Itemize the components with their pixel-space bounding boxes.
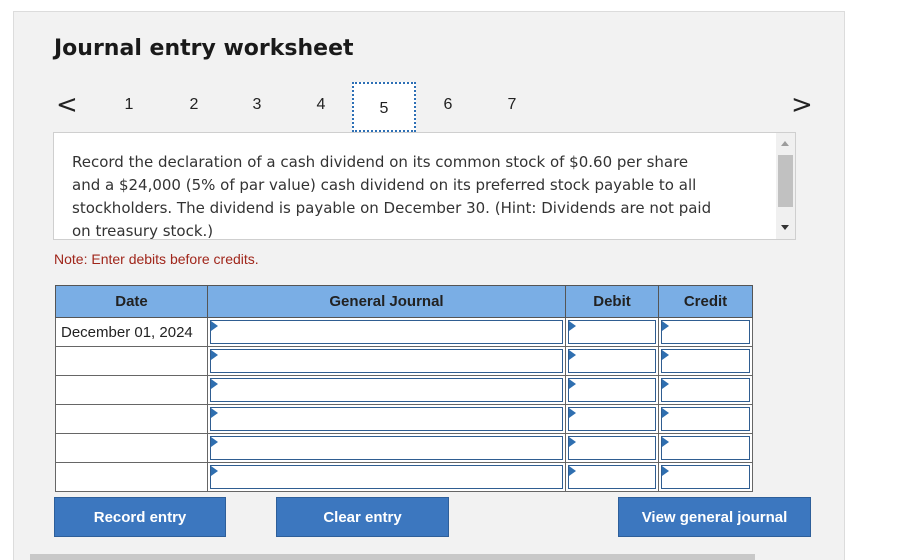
worksheet-panel: Journal entry worksheet < 1 2 3 4 5 6 7 …: [13, 11, 845, 560]
journal-header-row: Date General Journal Debit Credit: [55, 285, 753, 318]
account-cell: [207, 462, 566, 492]
credit-input[interactable]: [661, 436, 750, 460]
account-cell: [207, 346, 566, 376]
credit-input[interactable]: [661, 378, 750, 402]
debit-input[interactable]: [568, 349, 656, 373]
table-row: December 01, 2024: [55, 317, 753, 347]
account-cell: [207, 404, 566, 434]
clear-entry-button[interactable]: Clear entry: [276, 497, 449, 537]
debit-cell: [565, 375, 659, 405]
debit-input[interactable]: [568, 436, 656, 460]
table-row: [55, 462, 753, 492]
step-7[interactable]: 7: [498, 83, 526, 127]
question-box: Record the declaration of a cash dividen…: [53, 132, 796, 240]
debit-input[interactable]: [568, 378, 656, 402]
table-row: [55, 433, 753, 463]
table-row: [55, 375, 753, 405]
account-input[interactable]: [210, 407, 563, 431]
header-general-journal: General Journal: [207, 285, 566, 318]
scroll-down-arrow-icon[interactable]: [781, 225, 789, 230]
table-row: [55, 346, 753, 376]
scroll-thumb[interactable]: [778, 155, 793, 207]
step-1[interactable]: 1: [115, 83, 143, 127]
date-cell: [55, 462, 208, 492]
credit-cell: [658, 404, 753, 434]
header-date: Date: [55, 285, 208, 318]
debit-cell: [565, 433, 659, 463]
debit-cell: [565, 404, 659, 434]
step-2[interactable]: 2: [180, 83, 208, 127]
view-general-journal-button[interactable]: View general journal: [618, 497, 811, 537]
debit-cell: [565, 346, 659, 376]
header-credit: Credit: [658, 285, 753, 318]
credit-cell: [658, 317, 753, 347]
chevron-right-icon[interactable]: >: [791, 90, 813, 120]
table-row: [55, 404, 753, 434]
credit-input[interactable]: [661, 407, 750, 431]
date-cell: [55, 375, 208, 405]
chevron-left-icon[interactable]: <: [56, 90, 78, 120]
worksheet-title: Journal entry worksheet: [54, 36, 354, 61]
date-cell: [55, 346, 208, 376]
debit-input[interactable]: [568, 465, 656, 489]
record-entry-button[interactable]: Record entry: [54, 497, 226, 537]
journal-table: Date General Journal Debit Credit Decemb…: [55, 285, 753, 492]
account-input[interactable]: [210, 436, 563, 460]
credit-cell: [658, 433, 753, 463]
step-6[interactable]: 6: [434, 83, 462, 127]
note-text: Note: Enter debits before credits.: [54, 251, 259, 267]
account-input[interactable]: [210, 465, 563, 489]
step-3[interactable]: 3: [243, 83, 271, 127]
credit-input[interactable]: [661, 349, 750, 373]
step-5-active[interactable]: 5: [352, 82, 416, 132]
account-cell: [207, 317, 566, 347]
date-cell: [55, 404, 208, 434]
step-4[interactable]: 4: [307, 83, 335, 127]
credit-input[interactable]: [661, 465, 750, 489]
debit-input[interactable]: [568, 320, 656, 344]
account-cell: [207, 433, 566, 463]
credit-cell: [658, 346, 753, 376]
credit-cell: [658, 462, 753, 492]
account-cell: [207, 375, 566, 405]
debit-input[interactable]: [568, 407, 656, 431]
horizontal-scrollbar[interactable]: [30, 554, 755, 560]
account-input[interactable]: [210, 349, 563, 373]
date-cell: December 01, 2024: [55, 317, 208, 347]
question-scrollbar[interactable]: [776, 133, 795, 239]
debit-cell: [565, 462, 659, 492]
date-cell: [55, 433, 208, 463]
header-debit: Debit: [565, 285, 659, 318]
account-input[interactable]: [210, 320, 563, 344]
account-input[interactable]: [210, 378, 563, 402]
scroll-up-arrow-icon[interactable]: [781, 141, 789, 146]
credit-cell: [658, 375, 753, 405]
question-text: Record the declaration of a cash dividen…: [72, 153, 712, 240]
debit-cell: [565, 317, 659, 347]
credit-input[interactable]: [661, 320, 750, 344]
